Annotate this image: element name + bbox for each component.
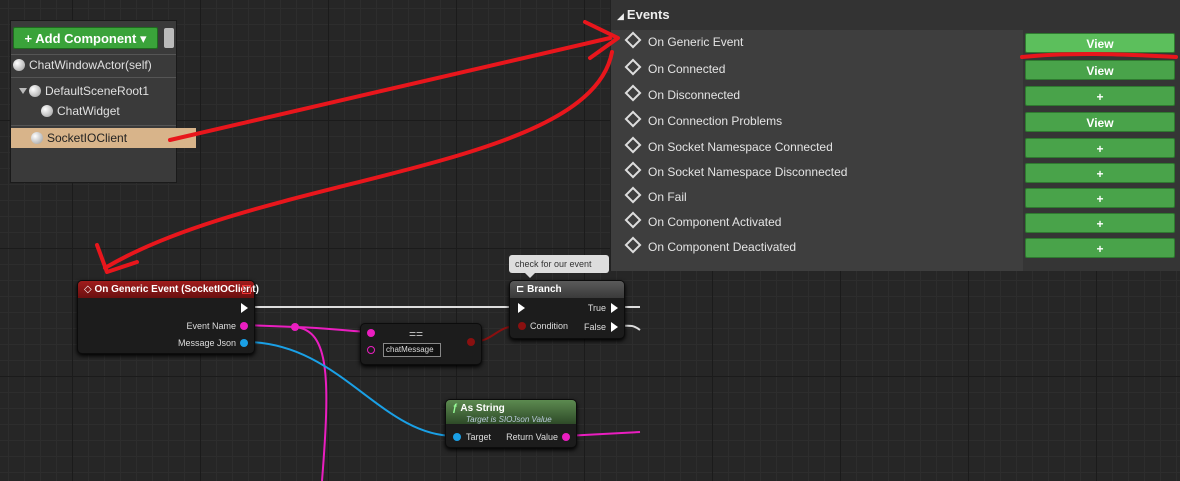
event-view-button[interactable]: View <box>1025 33 1175 53</box>
event-label: On Disconnected <box>624 84 740 105</box>
pin-label: Target <box>466 432 492 442</box>
delegate-pin-icon[interactable] <box>242 285 251 294</box>
widget-component-icon <box>41 105 53 117</box>
event-diamond-icon <box>624 186 642 204</box>
event-label: On Fail <box>624 186 687 207</box>
equals-symbol: == <box>409 327 424 341</box>
event-diamond-icon <box>624 136 642 154</box>
pin-label: True <box>587 303 606 313</box>
equals-input-a-pin[interactable] <box>367 329 375 337</box>
tree-item-self[interactable]: ChatWindowActor(self) <box>11 55 178 75</box>
reroute-node[interactable] <box>291 323 299 331</box>
message-json-pin[interactable] <box>240 339 248 347</box>
events-header[interactable]: ◢ Events <box>611 0 1180 30</box>
event-add-button[interactable]: + <box>1025 138 1175 158</box>
event-view-button[interactable]: View <box>1025 112 1175 132</box>
equals-input-b-pin[interactable] <box>367 346 375 354</box>
scene-component-icon <box>29 85 41 97</box>
event-add-button[interactable]: + <box>1025 238 1175 258</box>
events-panel: ◢ Events On Generic Event View On Connect… <box>610 0 1180 271</box>
tree-item-scene-root[interactable]: DefaultSceneRoot1 <box>11 81 184 101</box>
tree-item-chat-widget[interactable]: ChatWidget <box>11 101 206 121</box>
comment-bubble[interactable]: check for our event <box>509 255 609 278</box>
chat-message-field[interactable]: chatMessage <box>383 343 441 357</box>
pin-label: Message Json <box>177 338 236 348</box>
pin-label: Return Value <box>506 432 558 442</box>
panel-divider <box>11 77 176 78</box>
false-exec-pin[interactable] <box>611 322 618 332</box>
event-label: On Component Activated <box>624 211 781 232</box>
event-diamond-icon <box>624 58 642 76</box>
event-add-button[interactable]: + <box>1025 188 1175 208</box>
event-label: On Connection Problems <box>624 110 782 131</box>
pin-label: False <box>583 322 606 332</box>
branch-icon: ⊏ <box>516 284 528 295</box>
exec-out-pin[interactable] <box>241 303 248 313</box>
event-add-button[interactable]: + <box>1025 213 1175 233</box>
components-panel: + Add Component ▾ ChatWindowActor(self) … <box>10 20 196 183</box>
add-component-button[interactable]: + Add Component ▾ <box>13 27 158 49</box>
event-name-pin[interactable] <box>240 322 248 330</box>
event-diamond-icon <box>624 84 642 102</box>
event-diamond-icon: ◇ <box>84 284 95 295</box>
branch-node[interactable]: ⊏ Branch True Condition False <box>509 280 625 339</box>
event-add-button[interactable]: + <box>1025 86 1175 106</box>
search-box-edge[interactable] <box>164 28 174 48</box>
branch-node-header[interactable]: ⊏ Branch <box>510 281 624 298</box>
event-node[interactable]: ◇ On Generic Event (SocketIOClient) Even… <box>77 280 259 354</box>
panel-divider <box>11 125 176 126</box>
tree-item-socketio-client[interactable]: SocketIOClient <box>11 128 196 148</box>
event-diamond-icon <box>624 31 642 49</box>
event-node-header[interactable]: ◇ On Generic Event (SocketIOClient) <box>78 281 259 298</box>
event-diamond-icon <box>624 211 642 229</box>
true-exec-pin[interactable] <box>611 303 618 313</box>
event-diamond-icon <box>624 110 642 128</box>
event-label: On Connected <box>624 58 725 79</box>
expand-arrow-icon[interactable] <box>19 88 27 94</box>
event-add-button[interactable]: + <box>1025 163 1175 183</box>
event-label: On Socket Namespace Connected <box>624 136 833 157</box>
actor-icon <box>13 59 25 71</box>
pin-label: Condition <box>530 321 569 331</box>
return-value-pin[interactable] <box>562 433 570 441</box>
event-diamond-icon <box>624 236 642 254</box>
collapse-triangle-icon: ◢ <box>617 11 624 21</box>
node-subtitle: Target is SIOJson Value <box>466 415 552 424</box>
event-label: On Generic Event <box>624 31 743 52</box>
event-diamond-icon <box>624 161 642 179</box>
event-view-button[interactable]: View <box>1025 60 1175 80</box>
event-label: On Socket Namespace Disconnected <box>624 161 847 182</box>
target-pin[interactable] <box>453 433 461 441</box>
condition-pin[interactable] <box>518 322 526 330</box>
as-string-node[interactable]: ƒ As String Target is SIOJson Value Targ… <box>445 399 577 448</box>
pin-label: Event Name <box>186 321 236 331</box>
equals-node[interactable]: == chatMessage <box>360 323 482 365</box>
equals-output-pin[interactable] <box>467 338 475 346</box>
event-name-wire-down <box>294 326 328 481</box>
event-label: On Component Deactivated <box>624 236 796 257</box>
gear-icon <box>31 132 43 144</box>
exec-in-pin[interactable] <box>518 303 525 313</box>
as-string-node-header[interactable]: ƒ As String Target is SIOJson Value <box>446 400 576 424</box>
